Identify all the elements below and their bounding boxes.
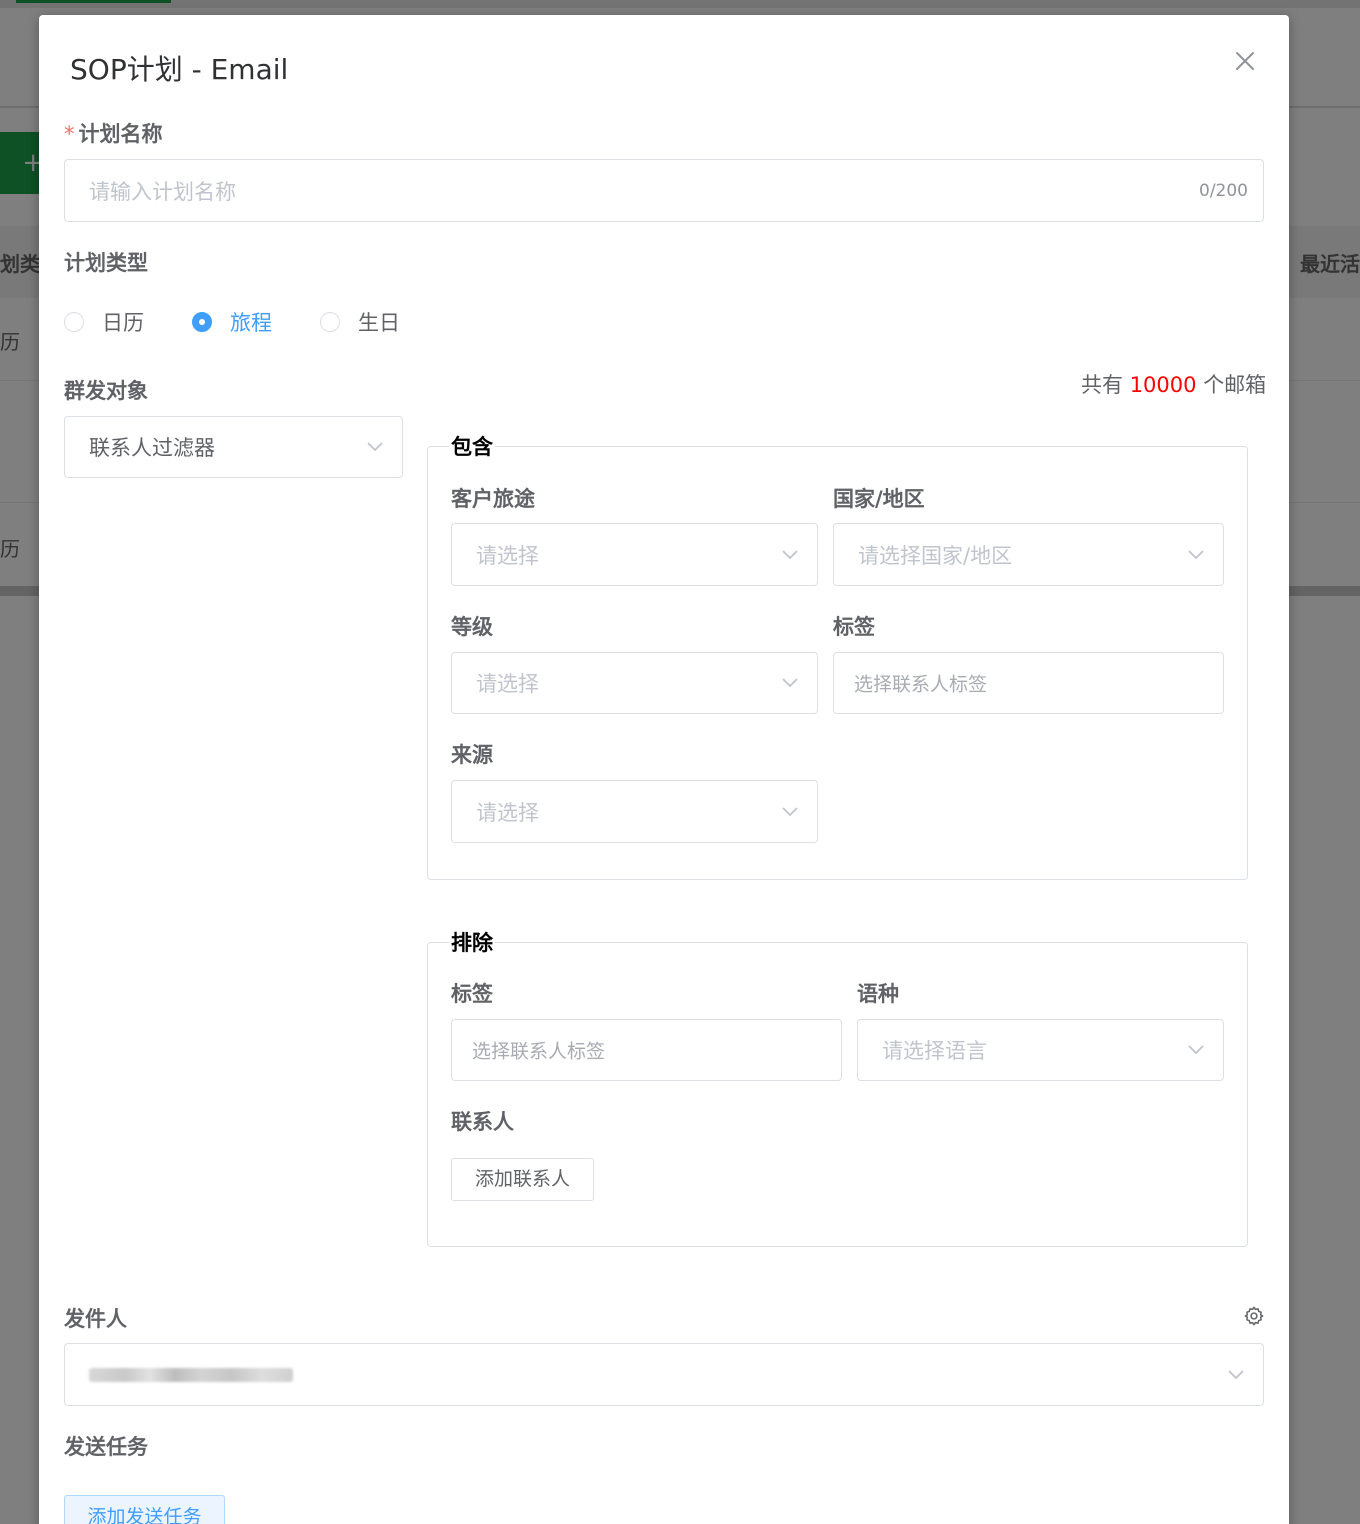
radio-circle	[64, 312, 84, 332]
radio-journey[interactable]: 旅程	[192, 307, 272, 337]
radio-birthday[interactable]: 生日	[320, 307, 400, 337]
sender-select[interactable]	[64, 1343, 1264, 1406]
count-suffix: 个邮箱	[1203, 373, 1267, 397]
chevron-down-icon	[1188, 1045, 1204, 1055]
radio-label: 生日	[358, 311, 400, 335]
country-label: 国家/地区	[833, 487, 925, 511]
radio-label: 旅程	[230, 311, 272, 335]
level-label: 等级	[451, 615, 493, 639]
source-label: 来源	[451, 743, 493, 767]
plan-name-counter: 0/200	[1199, 180, 1248, 201]
include-tag-label: 标签	[833, 615, 875, 639]
exclude-tag-input[interactable]: 选择联系人标签	[451, 1019, 842, 1081]
include-legend: 包含	[449, 431, 495, 461]
journey-label: 客户旅途	[451, 487, 535, 511]
send-task-label: 发送任务	[64, 1435, 148, 1459]
audience-select-value: 联系人过滤器	[89, 436, 215, 460]
source-select[interactable]: 请选择	[451, 780, 818, 843]
language-label: 语种	[857, 982, 899, 1006]
exclude-legend: 排除	[449, 927, 495, 957]
close-button[interactable]	[1234, 50, 1256, 72]
language-placeholder: 请选择语言	[882, 1039, 987, 1063]
plan-name-label-text: 计划名称	[78, 122, 163, 146]
chevron-down-icon	[782, 806, 798, 816]
include-tag-placeholder: 选择联系人标签	[854, 673, 988, 696]
add-contact-button[interactable]: 添加联系人	[451, 1158, 594, 1201]
count-prefix: 共有	[1081, 373, 1123, 397]
audience-select[interactable]: 联系人过滤器	[64, 416, 403, 478]
radio-circle-selected	[192, 312, 212, 332]
sop-plan-dialog: SOP计划 - Email * 计划名称 请输入计划名称 0/200 计划类型 日…	[39, 15, 1289, 1524]
mailbox-count: 共有 10000 个邮箱	[1081, 369, 1266, 399]
plan-name-label: * 计划名称	[64, 118, 163, 148]
exclude-group	[427, 942, 1248, 1247]
add-send-task-button[interactable]: 添加发送任务	[64, 1495, 225, 1524]
level-placeholder: 请选择	[476, 672, 539, 696]
country-placeholder: 请选择国家/地区	[858, 543, 1013, 568]
radio-circle	[320, 312, 340, 332]
language-select[interactable]: 请选择语言	[857, 1019, 1224, 1081]
country-select[interactable]: 请选择国家/地区	[833, 523, 1224, 586]
chevron-down-icon	[367, 442, 383, 452]
gear-icon[interactable]	[1243, 1305, 1265, 1327]
audience-label: 群发对象	[64, 379, 148, 403]
sender-label: 发件人	[64, 1307, 127, 1331]
required-mark: *	[64, 122, 75, 146]
level-select[interactable]: 请选择	[451, 652, 818, 714]
journey-placeholder: 请选择	[476, 543, 539, 568]
chevron-down-icon	[782, 678, 798, 688]
journey-select[interactable]: 请选择	[451, 523, 818, 586]
chevron-down-icon	[782, 549, 798, 559]
count-number: 10000	[1129, 373, 1197, 397]
plan-type-label: 计划类型	[64, 251, 148, 275]
blurred-sender-email	[89, 1367, 293, 1382]
source-placeholder: 请选择	[476, 800, 539, 825]
chevron-down-icon	[1188, 549, 1204, 559]
radio-label: 日历	[102, 311, 144, 335]
plan-name-input[interactable]: 请输入计划名称 0/200	[64, 159, 1264, 222]
include-tag-input[interactable]: 选择联系人标签	[833, 652, 1224, 714]
exclude-tag-label: 标签	[451, 982, 493, 1006]
radio-calendar[interactable]: 日历	[64, 307, 144, 337]
exclude-tag-placeholder: 选择联系人标签	[472, 1040, 606, 1063]
contact-label: 联系人	[451, 1110, 514, 1134]
dialog-title: SOP计划 - Email	[70, 53, 289, 86]
close-icon	[1236, 52, 1254, 70]
plan-name-placeholder: 请输入计划名称	[89, 179, 236, 204]
chevron-down-icon	[1228, 1369, 1244, 1379]
